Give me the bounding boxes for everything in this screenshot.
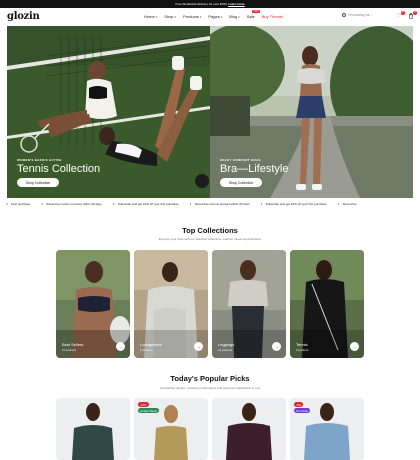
promo-learn-more-link[interactable]: Learn more	[228, 2, 244, 6]
chevron-down-icon: ▾	[238, 14, 240, 19]
discount-badge: -33%	[138, 402, 149, 408]
promo-bar: Free Worldwide Delivery for over $150. L…	[0, 0, 420, 8]
wishlist-count: 0	[401, 11, 405, 15]
hero-tag: WOMEN'S BASICS ACTIVE	[17, 158, 62, 162]
promo-text: Free Worldwide Delivery for over $150. L…	[175, 2, 245, 6]
arrow-right-icon[interactable]: →	[272, 342, 281, 351]
arrow-right-icon[interactable]: →	[350, 342, 359, 351]
nav-pages[interactable]: Pages ▾	[208, 14, 222, 19]
nav-buy-theme[interactable]: Buy Theme!	[262, 14, 284, 19]
section-subtitle: Express your style with our standout col…	[158, 237, 262, 241]
collection-name: Leggings	[218, 342, 235, 347]
collection-card[interactable]: Best Sellers 15 products →	[56, 250, 130, 358]
collection-name: Loungewear	[140, 342, 163, 347]
collection-name: Tennis	[296, 342, 308, 347]
nav-products[interactable]: Products ▾	[183, 14, 201, 19]
hero-tag: ENJOY COMFORT BRAS	[220, 158, 261, 162]
section-subtitle: Unmatched design—superior performance an…	[159, 386, 261, 390]
ticker-item: First purchase	[6, 202, 30, 206]
chevron-down-icon: ▾	[199, 14, 202, 19]
product-image	[212, 398, 286, 460]
main-nav: Home ▾ Shop ▾ Products ▾ Pages ▾ Blog ▾ Sale H…	[144, 8, 290, 25]
collection-card[interactable]: Loungewear 8 products →	[134, 250, 208, 358]
cart-icon[interactable]: 0	[408, 11, 417, 19]
ticker-item: Street-free	[337, 202, 357, 206]
arrow-right-icon[interactable]: →	[194, 342, 203, 351]
collection-name: Best Sellers	[62, 342, 84, 347]
section-title: Top Collections	[182, 226, 238, 235]
ticker-item: Street-free returns product within 30 da…	[190, 202, 250, 206]
search-icon	[342, 13, 346, 17]
collection-card[interactable]: Leggings 12 products →	[212, 250, 286, 358]
arrow-right-icon[interactable]: →	[116, 342, 125, 351]
search-placeholder: I'm looking for...	[348, 13, 373, 17]
section-title: Today's Popular Picks	[170, 374, 250, 383]
hero-title: Bra—Lifestyle	[220, 163, 289, 175]
site-logo[interactable]: glozin	[7, 11, 40, 22]
shop-collection-button[interactable]: Shop Collection	[17, 178, 59, 187]
nav-shop[interactable]: Shop ▾	[164, 14, 176, 19]
chevron-down-icon: ▾	[174, 14, 177, 19]
product-image	[56, 398, 130, 460]
collection-count: 15 products	[62, 349, 77, 352]
marquee-ticker: First purchase Street-free returns proce…	[0, 200, 420, 208]
limited-stock-badge: Limited Stock	[138, 408, 159, 414]
nav-sale[interactable]: Sale HOT	[247, 10, 260, 19]
ticker-item: Street-free returns process within 30 da…	[41, 202, 102, 206]
collection-card[interactable]: Tennis 9 products →	[290, 250, 364, 358]
hero-bra[interactable]: ENJOY COMFORT BRAS Bra—Lifestyle Shop Co…	[210, 26, 413, 198]
wishlist-icon[interactable]: ♡ 0	[396, 11, 405, 19]
nav-home[interactable]: Home ▾	[144, 14, 157, 19]
product-card[interactable]	[212, 398, 286, 460]
ticker-item: Subscribe and get 10% off your first pur…	[261, 202, 327, 206]
collection-count: 12 products	[218, 349, 233, 352]
product-card[interactable]: -33% Limited Stock	[134, 398, 208, 460]
hero-title: Tennis Collection	[17, 163, 101, 175]
collection-count: 9 products	[296, 349, 309, 352]
nav-blog[interactable]: Blog ▾	[229, 14, 240, 19]
site-header: glozin Home ▾ Shop ▾ Products ▾ Pages ▾ Blog…	[0, 8, 420, 25]
chevron-down-icon: ▾	[155, 14, 158, 19]
product-card[interactable]	[56, 398, 130, 460]
discount-badge: -5%	[294, 402, 303, 408]
hero-tennis[interactable]: WOMEN'S BASICS ACTIVE Tennis Collection …	[7, 26, 210, 198]
search-box[interactable]: I'm looking for...	[342, 13, 372, 17]
collection-count: 8 products	[140, 349, 153, 352]
cart-count: 0	[413, 11, 417, 15]
header-icons: ♡ 0 0	[396, 11, 417, 19]
hot-badge: HOT	[252, 10, 260, 13]
product-card[interactable]: -5% Pre-Order	[290, 398, 364, 460]
ticker-item: Subscribe and get 10% off your first pur…	[113, 202, 179, 206]
chevron-down-icon: ▾	[220, 14, 223, 19]
pre-order-badge: Pre-Order	[294, 408, 311, 414]
shop-collection-button[interactable]: Shop Collection	[220, 178, 262, 187]
